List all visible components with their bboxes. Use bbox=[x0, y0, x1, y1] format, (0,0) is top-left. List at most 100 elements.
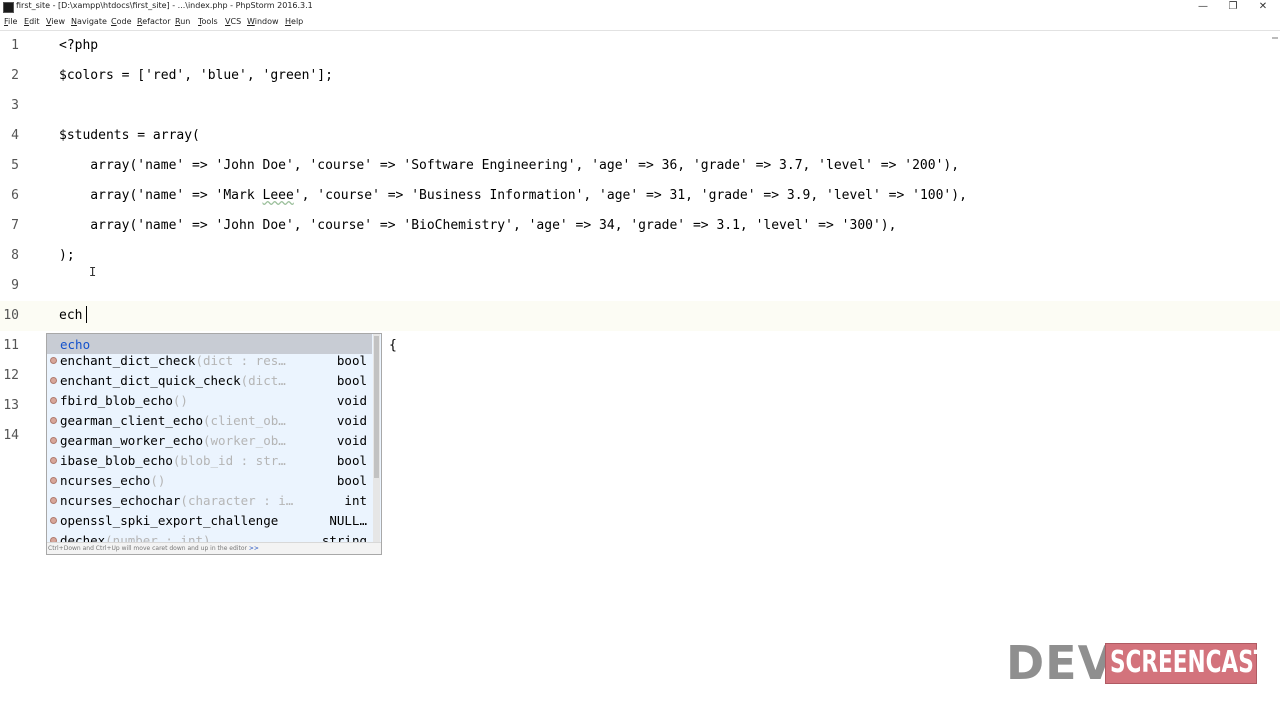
line-number: 10 bbox=[3, 308, 19, 323]
line-number: 3 bbox=[11, 98, 19, 113]
completion-name: openssl_spki_export_challenge bbox=[60, 513, 279, 528]
completion-item[interactable]: enchant_dict_check(dict : res… bool bbox=[47, 350, 372, 370]
function-icon bbox=[50, 477, 57, 484]
completion-return-type: NULL… bbox=[329, 513, 367, 528]
line-number: 4 bbox=[11, 128, 19, 143]
line-number: 14 bbox=[3, 428, 19, 443]
close-button[interactable]: ✕ bbox=[1248, 0, 1278, 15]
line-number: 7 bbox=[11, 218, 19, 233]
code-text: array('name' => 'John Doe', 'course' => … bbox=[59, 218, 897, 233]
minimize-button[interactable]: — bbox=[1188, 0, 1218, 15]
line-number: 12 bbox=[3, 368, 19, 383]
line-number: 9 bbox=[11, 278, 19, 293]
code-text: ); bbox=[59, 248, 75, 263]
current-code-line[interactable]: 10 ech bbox=[0, 301, 1280, 331]
menu-edit[interactable]: Edit bbox=[24, 17, 40, 26]
completion-return-type: bool bbox=[336, 473, 367, 488]
logo-screencast-text: SCREENCAST bbox=[1110, 645, 1269, 680]
code-text: array('name' => 'John Doe', 'course' => … bbox=[59, 158, 960, 173]
menu-refactor[interactable]: Refactor bbox=[137, 17, 171, 26]
completion-return-type: bool bbox=[336, 453, 367, 468]
code-line[interactable]: 2 $colors = ['red', 'blue', 'green']; bbox=[0, 61, 1280, 91]
line-number: 11 bbox=[3, 338, 19, 353]
menu-view[interactable]: View bbox=[46, 17, 65, 26]
function-icon bbox=[50, 517, 57, 524]
menu-help[interactable]: Help bbox=[285, 17, 303, 26]
completion-name: dechex(number : int) bbox=[60, 533, 211, 542]
completion-name: gearman_worker_echo(worker_ob… bbox=[60, 433, 286, 448]
completion-item[interactable]: gearman_worker_echo(worker_ob… void bbox=[47, 430, 372, 450]
completion-return-type: void bbox=[336, 413, 367, 428]
code-text: array('name' => 'Mark Leee', 'course' =>… bbox=[59, 188, 967, 203]
completion-scrollbar-thumb[interactable] bbox=[374, 336, 379, 478]
menu-vcs[interactable]: VCS bbox=[225, 17, 241, 26]
completion-hint-bar: Ctrl+Down and Ctrl+Up will move caret do… bbox=[47, 542, 381, 554]
function-icon bbox=[50, 497, 57, 504]
code-line[interactable]: 6 array('name' => 'Mark Leee', 'course' … bbox=[0, 181, 1280, 211]
code-line[interactable]: 3 bbox=[0, 91, 1280, 121]
completion-return-type: bool bbox=[336, 353, 367, 368]
completion-name: ibase_blob_echo(blob_id : str… bbox=[60, 453, 286, 468]
line-number: 5 bbox=[11, 158, 19, 173]
code-line[interactable]: 8 ); bbox=[0, 241, 1280, 271]
function-icon bbox=[50, 357, 57, 364]
line-number: 2 bbox=[11, 68, 19, 83]
mouse-ibeam-cursor: I bbox=[89, 265, 97, 279]
completion-list[interactable]: echo enchant_dict_check(dict : res… bool… bbox=[47, 334, 372, 542]
completion-return-type: string bbox=[321, 533, 367, 542]
function-icon bbox=[50, 437, 57, 444]
typo-underline: Leee bbox=[262, 188, 294, 203]
code-text: $students = array( bbox=[59, 128, 200, 143]
completion-item[interactable]: ncurses_echo() bool bbox=[47, 470, 372, 490]
code-completion-popup[interactable]: echo enchant_dict_check(dict : res… bool… bbox=[46, 333, 382, 555]
line-number: 8 bbox=[11, 248, 19, 263]
title-bar: first_site - [D:\xampp\htdocs\first_site… bbox=[0, 0, 1280, 15]
completion-name: ncurses_echochar(character : i… bbox=[60, 493, 294, 508]
menu-file[interactable]: File bbox=[4, 17, 17, 26]
completion-item[interactable]: ibase_blob_echo(blob_id : str… bool bbox=[47, 450, 372, 470]
line-number: 13 bbox=[3, 398, 19, 413]
completion-item[interactable]: openssl_spki_export_challenge NULL… bbox=[47, 510, 372, 530]
completion-return-type: int bbox=[344, 493, 367, 508]
code-text: <?php bbox=[59, 38, 99, 53]
phpstorm-app-icon bbox=[3, 2, 14, 13]
completion-item[interactable]: fbird_blob_echo() void bbox=[47, 390, 372, 410]
completion-item[interactable]: enchant_dict_quick_check(dict… bool bbox=[47, 370, 372, 390]
menu-code[interactable]: Code bbox=[111, 17, 132, 26]
completion-return-type: void bbox=[336, 393, 367, 408]
logo-dev-text: DEV bbox=[1006, 636, 1115, 690]
menu-navigate[interactable]: Navigate bbox=[71, 17, 107, 26]
completion-name: gearman_client_echo(client_ob… bbox=[60, 413, 286, 428]
completion-item[interactable]: ncurses_echochar(character : i… int bbox=[47, 490, 372, 510]
completion-hint-link[interactable]: >> bbox=[249, 545, 259, 552]
completion-name: fbird_blob_echo() bbox=[60, 393, 188, 408]
text-caret bbox=[86, 306, 87, 323]
completion-return-type: void bbox=[336, 433, 367, 448]
function-icon bbox=[50, 397, 57, 404]
code-text-partially-hidden: { bbox=[389, 338, 397, 353]
menu-bar: File Edit View Navigate Code Refactor Ru… bbox=[0, 15, 1280, 31]
menu-tools[interactable]: Tools bbox=[198, 17, 218, 26]
function-icon bbox=[50, 417, 57, 424]
completion-item[interactable]: dechex(number : int) string bbox=[47, 530, 372, 542]
code-line[interactable]: 1 <?php bbox=[0, 31, 1280, 61]
code-text: ech bbox=[59, 308, 83, 323]
function-icon bbox=[50, 457, 57, 464]
code-line[interactable]: 7 array('name' => 'John Doe', 'course' =… bbox=[0, 211, 1280, 241]
code-line[interactable]: 5 array('name' => 'John Doe', 'course' =… bbox=[0, 151, 1280, 181]
completion-name: enchant_dict_check(dict : res… bbox=[60, 353, 286, 368]
window-title: first_site - [D:\xampp\htdocs\first_site… bbox=[16, 1, 313, 10]
function-icon bbox=[50, 377, 57, 384]
code-line[interactable]: 4 $students = array( bbox=[0, 121, 1280, 151]
completion-item[interactable]: gearman_client_echo(client_ob… void bbox=[47, 410, 372, 430]
code-line[interactable]: 9 bbox=[0, 271, 1280, 301]
code-text: $colors = ['red', 'blue', 'green']; bbox=[59, 68, 333, 83]
completion-name: enchant_dict_quick_check(dict… bbox=[60, 373, 286, 388]
menu-run[interactable]: Run bbox=[175, 17, 190, 26]
line-number: 6 bbox=[11, 188, 19, 203]
completion-return-type: bool bbox=[336, 373, 367, 388]
menu-window[interactable]: Window bbox=[247, 17, 279, 26]
completion-name: ncurses_echo() bbox=[60, 473, 166, 488]
restore-button[interactable]: ❐ bbox=[1218, 0, 1248, 15]
line-number: 1 bbox=[11, 38, 19, 53]
